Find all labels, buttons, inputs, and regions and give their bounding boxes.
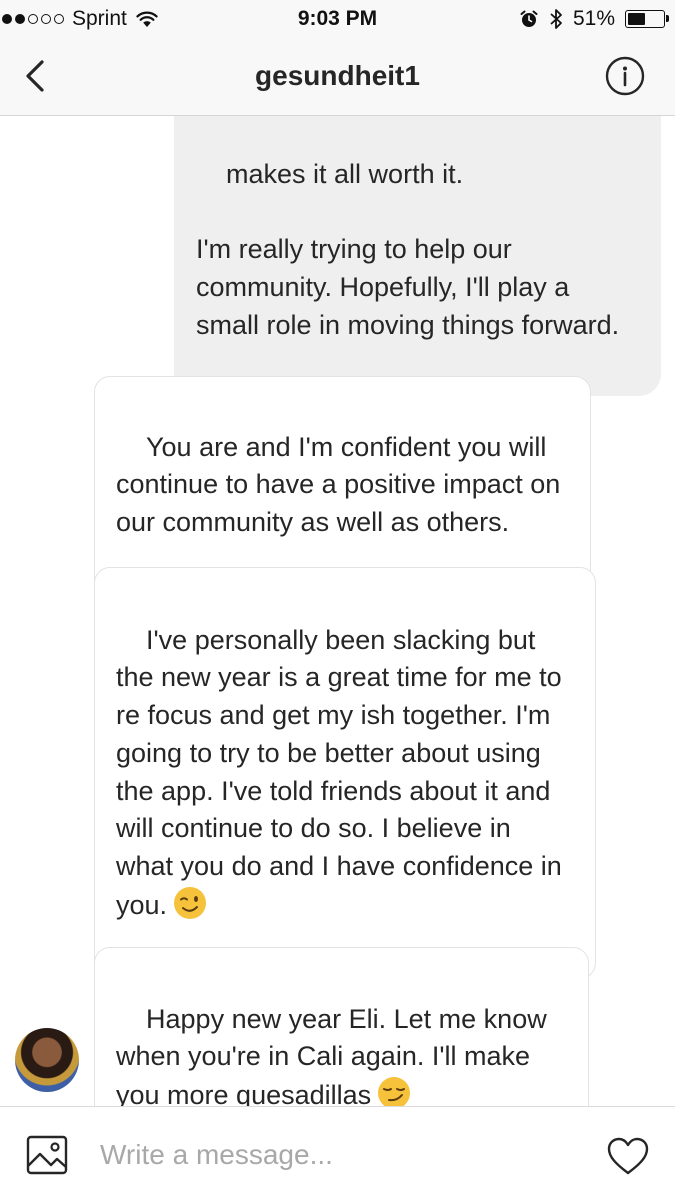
heart-icon[interactable] — [606, 1136, 650, 1176]
alarm-icon — [520, 10, 538, 27]
message-bubble-sent[interactable]: makes it all worth it. I'm really trying… — [174, 116, 661, 396]
conversation-title[interactable]: gesundheit1 — [0, 60, 675, 92]
status-bar: Sprint 9:03 PM 51% — [0, 0, 675, 38]
conversation-header: gesundheit1 — [0, 38, 675, 116]
message-input[interactable] — [100, 1129, 580, 1181]
photo-icon[interactable] — [26, 1135, 68, 1175]
message-composer — [0, 1106, 675, 1200]
battery-icon — [625, 10, 669, 28]
message-text: Happy new year Eli. Let me know when you… — [116, 1003, 555, 1106]
winking-face-emoji — [174, 886, 207, 919]
message-text: I've personally been slacking but the ne… — [116, 624, 570, 920]
message-bubble-received[interactable]: You are and I'm confident you will conti… — [94, 376, 591, 597]
status-right-group: 51% — [519, 7, 669, 31]
info-icon[interactable] — [605, 56, 645, 96]
message-bubble-received[interactable]: Happy new year Eli. Let me know when you… — [94, 947, 589, 1106]
message-list[interactable]: makes it all worth it. I'm really trying… — [0, 116, 675, 1106]
avatar[interactable] — [15, 1028, 79, 1092]
message-text: makes it all worth it. I'm really trying… — [196, 158, 620, 340]
bluetooth-icon — [550, 9, 562, 29]
message-bubble-received[interactable]: I've personally been slacking but the ne… — [94, 567, 596, 980]
battery-percent: 51% — [572, 7, 615, 30]
message-text: You are and I'm confident you will conti… — [116, 431, 568, 538]
smirking-face-emoji — [378, 1077, 411, 1106]
